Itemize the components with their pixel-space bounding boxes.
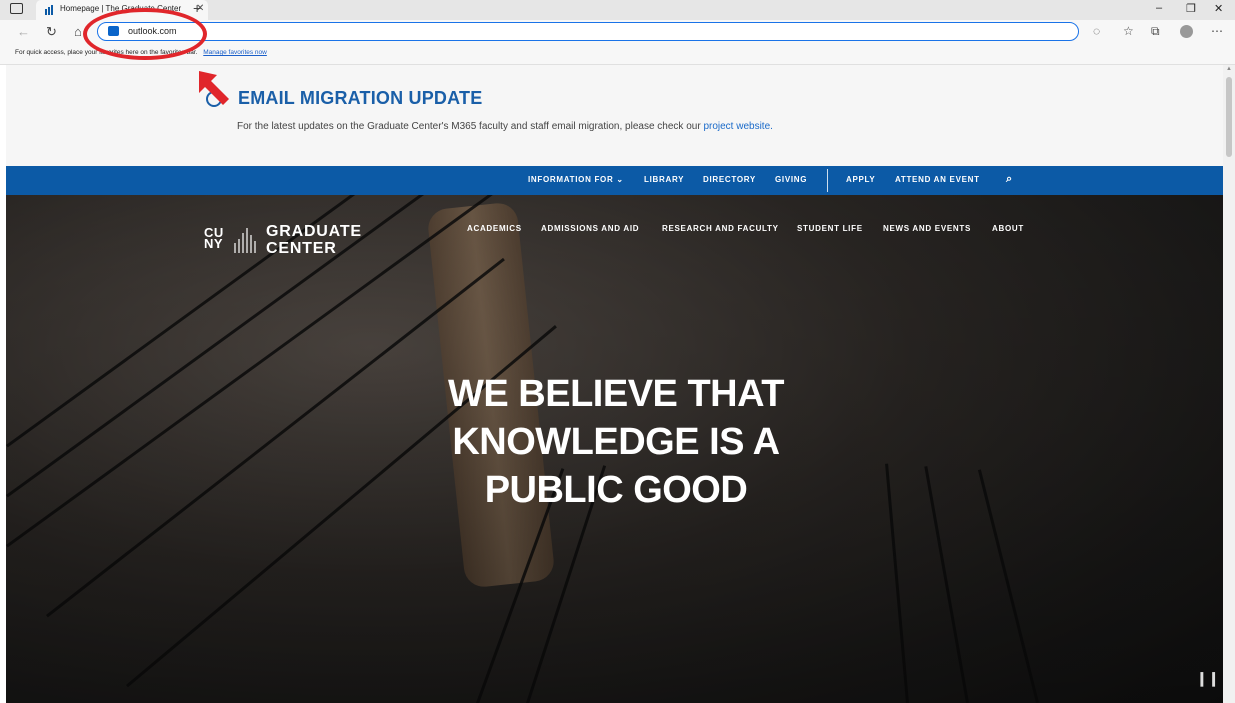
nav-directory[interactable]: DIRECTORY: [703, 175, 756, 184]
more-icon[interactable]: ⋯: [1211, 24, 1223, 38]
nav-academics[interactable]: ACADEMICS: [467, 224, 522, 233]
logo-line2: CENTER: [266, 240, 337, 257]
page-scrollbar[interactable]: ▲: [1223, 65, 1235, 703]
nav-library[interactable]: LIBRARY: [644, 175, 684, 184]
top-nav: INFORMATION FOR ⌄ LIBRARY DIRECTORY GIVI…: [6, 166, 1223, 195]
annotation-circle: [83, 8, 207, 60]
nav-attend-event[interactable]: ATTEND AN EVENT: [895, 175, 980, 184]
cuny-logo-text: CU NY: [204, 225, 224, 251]
nav-news-events[interactable]: NEWS AND EVENTS: [883, 224, 971, 233]
annotation-arrow-icon: [199, 71, 229, 105]
banner-title: EMAIL MIGRATION UPDATE: [238, 88, 483, 108]
gc-logo[interactable]: CU NY GRADUATE CENTER: [204, 223, 364, 259]
nav-information-for-label: INFORMATION FOR: [528, 175, 614, 184]
refresh-icon[interactable]: ↻: [46, 24, 57, 40]
logo-name: GRADUATE CENTER: [266, 223, 362, 257]
back-icon[interactable]: ←: [17, 24, 30, 39]
nav-divider: [827, 169, 828, 192]
banner-body: For the latest updates on the Graduate C…: [237, 121, 701, 132]
pause-icon[interactable]: ❙❙: [1196, 670, 1219, 687]
hero-section: CU NY GRADUATE CENTER ACADEMICS ADMISSIO…: [6, 195, 1223, 703]
nav-information-for[interactable]: INFORMATION FOR ⌄: [528, 175, 624, 184]
nav-giving[interactable]: GIVING: [775, 175, 807, 184]
profile-icon[interactable]: [1180, 25, 1193, 38]
web-page: EMAIL MIGRATION UPDATE For the latest up…: [6, 65, 1223, 703]
close-window-icon[interactable]: ✕: [1214, 2, 1223, 15]
chevron-down-icon: ⌄: [616, 175, 624, 184]
logo-line1: GRADUATE: [266, 223, 362, 240]
search-icon[interactable]: ⌕: [1006, 173, 1013, 186]
home-icon[interactable]: ⌂: [74, 24, 82, 39]
manage-favorites-link[interactable]: Manage favorites now: [203, 49, 267, 56]
scroll-thumb[interactable]: [1226, 77, 1232, 157]
project-website-link[interactable]: project website.: [703, 121, 772, 132]
scroll-up-icon[interactable]: ▲: [1226, 66, 1232, 72]
hero-headline: WE BELIEVE THAT KNOWLEDGE IS A PUBLIC GO…: [448, 373, 784, 511]
logo-bars-icon: [234, 228, 256, 253]
restore-icon[interactable]: ❐: [1186, 2, 1196, 15]
favorite-star-icon[interactable]: ☆: [1123, 24, 1134, 38]
nav-apply[interactable]: APPLY: [846, 175, 875, 184]
nav-admissions[interactable]: ADMISSIONS AND AID: [541, 224, 639, 233]
new-tab-icon[interactable]: +: [193, 0, 201, 16]
nav-about[interactable]: ABOUT: [992, 224, 1024, 233]
nav-research[interactable]: RESEARCH AND FACULTY: [662, 224, 779, 233]
gc-favicon-icon: [45, 5, 53, 15]
banner-text: For the latest updates on the Graduate C…: [237, 121, 773, 132]
collections-icon[interactable]: ⧉: [1151, 24, 1160, 39]
address-bar[interactable]: outlook.com: [97, 22, 1079, 41]
tab-actions-icon[interactable]: [10, 3, 23, 14]
read-aloud-icon[interactable]: ◌: [1093, 24, 1100, 38]
nav-student-life[interactable]: STUDENT LIFE: [797, 224, 863, 233]
minimize-icon[interactable]: –: [1156, 2, 1162, 14]
